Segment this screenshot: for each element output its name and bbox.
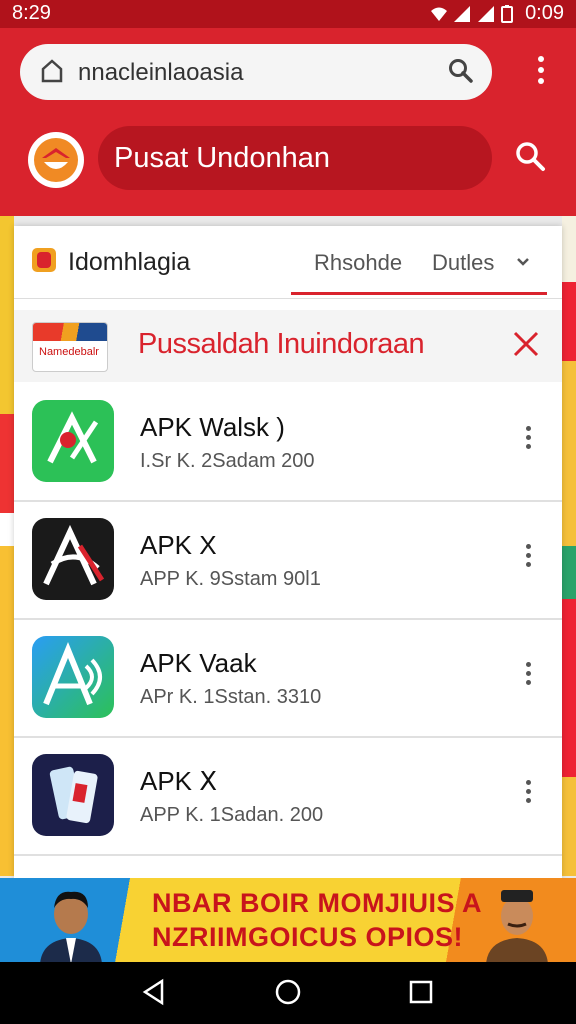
- tab-2[interactable]: Dutles: [432, 250, 494, 276]
- signal-icon-2: [477, 5, 495, 23]
- ad-line-2: NZRIIMGOICUS OPIOS!: [152, 922, 464, 952]
- more-options-icon[interactable]: [526, 544, 532, 571]
- home-icon[interactable]: [40, 58, 64, 89]
- ad-banner[interactable]: NBAR BOIR MOMJIUIS A NZRIIMGOICUS OPIOS!: [0, 878, 576, 962]
- list-item[interactable]: APK Walsk ) I.Sr K. 2Sadam 200: [14, 382, 562, 502]
- recents-icon[interactable]: [408, 978, 434, 1011]
- address-bar[interactable]: nnacleinlaoasia: [20, 44, 492, 100]
- site-search-icon[interactable]: [514, 140, 546, 177]
- item-subtitle: APP K. 1Sadan. 200: [140, 804, 324, 826]
- app-name: Idomhlagia: [68, 248, 191, 276]
- ad-line-1: NBAR BOIR MOMJIUIS A: [152, 888, 483, 918]
- more-options-icon[interactable]: [526, 426, 532, 453]
- item-subtitle: I.Sr K. 2Sadam 200: [140, 450, 315, 472]
- status-time-right: 0:09: [525, 2, 564, 24]
- close-icon[interactable]: [512, 330, 540, 363]
- signal-icon: [453, 5, 471, 23]
- gradient-apk-icon: [32, 636, 114, 718]
- more-options-icon[interactable]: [526, 780, 532, 807]
- promo-thumb-text: Namedebalr: [39, 346, 99, 358]
- list-item[interactable]: APK Vaak APr K. 1Sstan. 3310: [14, 618, 562, 738]
- site-search-bar[interactable]: Pusat Undonhan: [98, 126, 492, 190]
- site-logo[interactable]: [28, 132, 84, 188]
- status-bar: 8:29 0:09: [0, 0, 576, 28]
- browser-toolbar: nnacleinlaoasia Pusat Undonhan: [0, 28, 576, 216]
- item-subtitle: APr K. 1Sstan. 3310: [140, 686, 322, 708]
- chevron-down-icon[interactable]: [516, 254, 530, 272]
- navigation-bar: [0, 962, 576, 1024]
- active-tab-indicator: [291, 292, 547, 295]
- promo-banner[interactable]: Namedebalr Pussaldah Inuindoraan: [14, 310, 562, 382]
- card-header: Idomhlagia Rhsohde Dutles: [14, 226, 562, 299]
- item-title: APK Ⅹ: [140, 766, 218, 796]
- promo-title: Pussaldah Inuindoraan: [138, 328, 425, 360]
- battery-icon: [501, 4, 519, 23]
- list-item[interactable]: APK Ⅹ APP K. 1Sadan. 200: [14, 736, 562, 856]
- item-subtitle: APP K. 9Sstam 90l1: [140, 568, 321, 590]
- app-badge-icon: [32, 248, 56, 272]
- phone-apk-icon: [32, 754, 114, 836]
- list-item[interactable]: APK X APP K. 9Sstam 90l1: [14, 500, 562, 620]
- item-title: APK Walsk ): [140, 412, 285, 442]
- url-text[interactable]: nnacleinlaoasia: [78, 59, 243, 87]
- tab-1[interactable]: Rhsohde: [314, 250, 402, 276]
- browser-menu-icon[interactable]: [538, 56, 546, 89]
- status-time-left: 8:29: [12, 2, 51, 24]
- person-illustration-left: [36, 884, 106, 962]
- home-button-icon[interactable]: [274, 978, 302, 1011]
- more-options-icon[interactable]: [526, 662, 532, 689]
- app-store-card: Idomhlagia Rhsohde Dutles Namedebalr Pus…: [14, 226, 562, 878]
- search-icon[interactable]: [448, 58, 474, 89]
- site-title: Pusat Undonhan: [114, 142, 331, 174]
- black-apk-icon: [32, 518, 114, 600]
- green-apk-icon: [32, 400, 114, 482]
- background-decoration-right: [562, 216, 576, 876]
- item-title: APK Vaak: [140, 648, 257, 678]
- back-icon[interactable]: [140, 978, 168, 1011]
- promo-thumbnail: Namedebalr: [32, 322, 108, 372]
- background-decoration-left: [0, 216, 14, 876]
- wifi-icon: [429, 5, 448, 23]
- person-illustration-right: [482, 884, 552, 962]
- item-title: APK X: [140, 530, 217, 560]
